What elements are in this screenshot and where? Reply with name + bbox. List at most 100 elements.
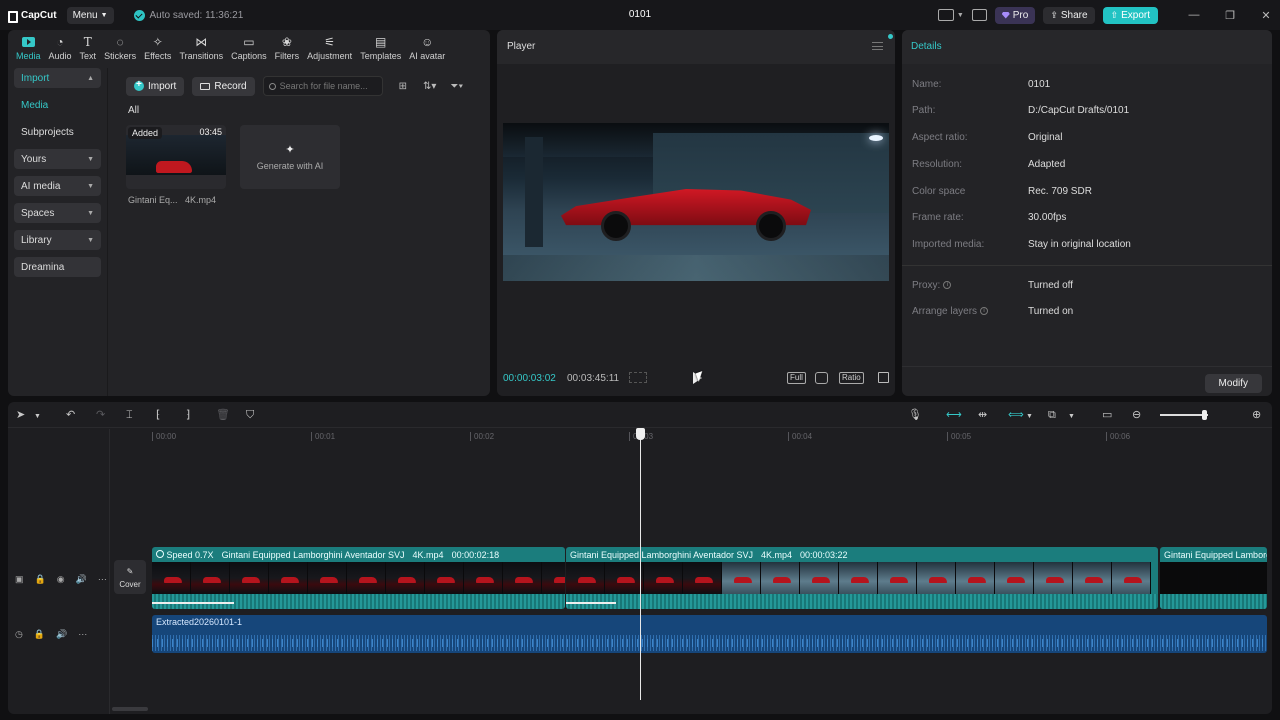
link-icon[interactable]: ⟺	[1008, 409, 1024, 421]
tab-filters[interactable]: ❀ Filters	[271, 30, 304, 64]
video-preview[interactable]	[503, 123, 889, 281]
chevron-down-icon[interactable]: ▼	[957, 12, 964, 19]
sidebar-item-ai-media[interactable]: AI media ▼	[14, 176, 101, 196]
layout-icon[interactable]	[937, 9, 954, 21]
ratio-button[interactable]: Ratio	[839, 372, 864, 384]
select-cursor-icon[interactable]: ➤	[16, 409, 25, 421]
volume-icon[interactable]: 🔊	[76, 574, 87, 585]
info-icon[interactable]: i	[943, 281, 952, 290]
undo-icon[interactable]: ↶	[66, 409, 75, 421]
playhead-handle[interactable]	[636, 428, 645, 440]
export-button[interactable]: ⇧ Export	[1102, 6, 1158, 24]
snap-icon[interactable]: ⇹	[978, 409, 987, 421]
preview-axis-icon[interactable]: ⧉	[1048, 409, 1056, 421]
volume-icon[interactable]: 🔊	[56, 629, 67, 640]
microphone-icon[interactable]: 🎙	[908, 409, 922, 421]
close-icon[interactable]: ✕	[1252, 9, 1280, 22]
lock-icon[interactable]: 🔒	[35, 574, 46, 585]
playhead[interactable]	[640, 430, 641, 700]
sidebar-item-yours[interactable]: Yours ▼	[14, 149, 101, 169]
clip-duration: 00:00:02:18	[451, 550, 500, 560]
video-clip[interactable]: Speed 0.7X Gintani Equipped Lamborghini …	[152, 547, 565, 609]
video-clip[interactable]: Gintani Equipped Lamborghini Aventador S…	[566, 547, 1158, 609]
timeline-panel: ➤ ▼ ↶ ↷ ⌶ ⁅ ⁆ 🗑 ⛉ 🎙 ⟷ ⇹ ⟺ ▼ ⧉ ▼ ▭ ⊖ ⊕ ▣ …	[8, 402, 1272, 714]
generate-with-ai-button[interactable]: ✦ Generate with AI	[240, 125, 340, 189]
tab-transitions[interactable]: ⋈ Transitions	[175, 30, 227, 64]
zoom-slider-handle[interactable]	[1202, 410, 1207, 420]
fit-timeline-icon[interactable]: ▭	[1102, 409, 1112, 421]
share-label: Share	[1060, 9, 1088, 21]
eye-icon[interactable]: ◉	[57, 574, 65, 585]
chevron-down-icon[interactable]: ▼	[1068, 411, 1075, 423]
tab-adjustment[interactable]: ⚟ Adjustment	[303, 30, 356, 64]
chevron-down-icon[interactable]: ▼	[34, 411, 41, 423]
sidebar-item-library[interactable]: Library ▼	[14, 230, 101, 250]
zoom-slider[interactable]	[1160, 414, 1208, 416]
car-shape	[156, 161, 192, 173]
timeline-scrollbar[interactable]	[112, 707, 148, 711]
tab-templates[interactable]: ▤ Templates	[356, 30, 405, 64]
sidebar-item-label: Yours	[21, 153, 47, 165]
all-filter-label[interactable]: All	[128, 105, 139, 116]
view-grid-icon[interactable]: ⊞	[399, 81, 407, 92]
maximize-icon[interactable]: ❐	[1216, 9, 1244, 22]
zoom-view-icon[interactable]	[815, 372, 828, 384]
autosave-status: Auto saved: 11:36:21	[133, 9, 243, 21]
sidebar-item-subprojects[interactable]: Subprojects	[14, 122, 101, 142]
effects-icon: ✧	[152, 35, 163, 49]
trim-right-icon[interactable]: ⁆	[186, 409, 190, 421]
zoom-out-icon[interactable]: ⊖	[1132, 409, 1141, 421]
clip-frame	[464, 562, 503, 594]
more-icon[interactable]: ⋯	[78, 629, 87, 640]
tab-label: Effects	[144, 51, 172, 61]
tab-media[interactable]: Media	[12, 30, 45, 64]
cover-button[interactable]: ✎ Cover	[114, 560, 146, 594]
timeline-ruler[interactable]: 00:00 00:01 00:02 00:03 00:04 00:05 00:0…	[151, 430, 1264, 444]
minimize-icon[interactable]: —	[1180, 9, 1208, 21]
import-button[interactable]: Import	[126, 76, 185, 96]
tab-effects[interactable]: ✧ Effects	[140, 30, 175, 64]
sidebar-item-spaces[interactable]: Spaces ▼	[14, 203, 101, 223]
chevron-down-icon[interactable]: ▼	[1026, 411, 1033, 423]
sidebar-item-dreamina[interactable]: Dreamina	[14, 257, 101, 277]
menu-button[interactable]: Menu ▼	[66, 6, 114, 24]
modify-button[interactable]: Modify	[1204, 374, 1262, 393]
shield-icon[interactable]: ⛉	[246, 409, 254, 421]
zoom-in-icon[interactable]: ⊕	[1252, 409, 1261, 421]
share-button[interactable]: ⇪ Share	[1043, 6, 1095, 24]
trim-left-icon[interactable]: ⁅	[156, 409, 160, 421]
tab-audio[interactable]: ◔ Audio	[45, 30, 76, 64]
full-quality-button[interactable]: Full	[787, 372, 806, 384]
tab-text[interactable]: T Text	[76, 30, 101, 64]
sidebar-item-media[interactable]: Media	[14, 95, 101, 115]
search-input[interactable]: Search for file name...	[262, 76, 383, 96]
safe-area-icon[interactable]	[629, 372, 647, 383]
menu-icon[interactable]	[872, 42, 883, 50]
filter-icon[interactable]: ⏷▾	[450, 81, 463, 92]
delete-icon[interactable]: 🗑	[216, 409, 230, 421]
shortcuts-icon[interactable]	[971, 9, 987, 21]
sidebar-item-import[interactable]: Import ▲	[14, 68, 101, 88]
split-icon[interactable]: ⌶	[126, 409, 133, 421]
video-clip[interactable]: Gintani Equipped Lamborghi	[1160, 547, 1267, 609]
fullscreen-icon[interactable]	[878, 372, 889, 383]
media-thumbnail[interactable]: Added 03:45	[126, 125, 226, 189]
sidebar-item-label: Subprojects	[21, 126, 74, 138]
audio-track-controls: ◷ 🔒 🔊 ⋯	[15, 629, 87, 640]
more-icon[interactable]: ⋯	[98, 574, 107, 585]
video-track-controls: ▣ 🔒 ◉ 🔊 ⋯	[15, 574, 107, 585]
tab-captions[interactable]: ▭ Captions	[227, 30, 271, 64]
tab-ai-avatar[interactable]: ☺ AI avatar	[405, 30, 449, 64]
lock-icon[interactable]: 🔒	[34, 629, 45, 640]
clip-frame	[995, 562, 1034, 594]
main-track-magnet-icon[interactable]: ⟷	[946, 409, 962, 421]
clip-name: Gintani Equipped Lamborghini Aventador S…	[570, 550, 753, 560]
redo-icon[interactable]: ↷	[96, 409, 105, 421]
info-icon[interactable]: i	[980, 307, 989, 316]
record-button[interactable]: Record	[192, 76, 255, 96]
sort-icon[interactable]: ⇅▾	[423, 81, 436, 92]
audio-clip[interactable]: Extracted20260101-1	[152, 615, 1267, 653]
tab-stickers[interactable]: ◌ Stickers	[100, 30, 140, 64]
detail-label: Resolution:	[912, 159, 963, 170]
pro-button[interactable]: Pro	[994, 6, 1036, 24]
